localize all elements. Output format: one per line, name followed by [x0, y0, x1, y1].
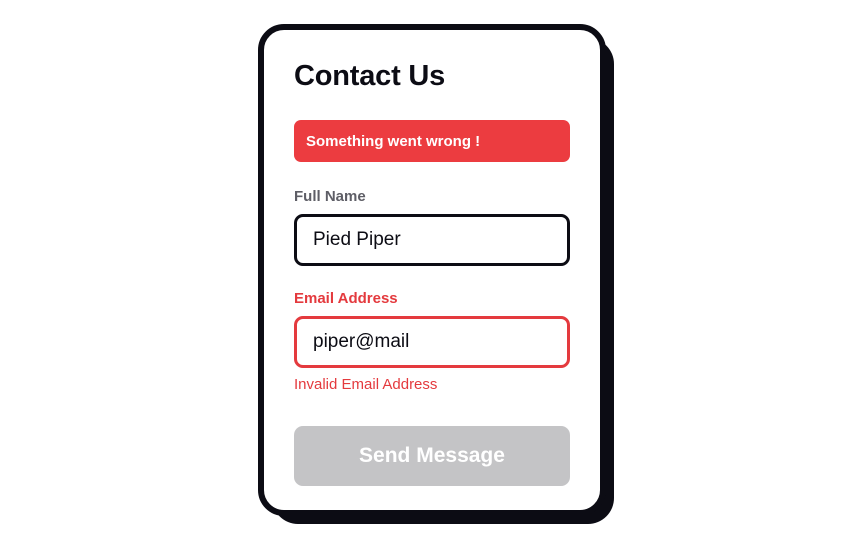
email-input[interactable] — [294, 316, 570, 368]
email-error-message: Invalid Email Address — [294, 376, 438, 393]
error-alert-text: Something went wrong ! — [306, 132, 481, 150]
email-label: Email Address — [294, 290, 398, 307]
form-title: Contact Us — [294, 60, 446, 92]
page: Contact Us Something went wrong ! Full N… — [0, 0, 864, 540]
full-name-label: Full Name — [294, 188, 366, 205]
contact-form-card: Contact Us Something went wrong ! Full N… — [258, 24, 606, 516]
full-name-input[interactable] — [294, 214, 570, 266]
error-alert: Something went wrong ! — [294, 120, 570, 162]
send-message-button[interactable]: Send Message — [294, 426, 570, 486]
